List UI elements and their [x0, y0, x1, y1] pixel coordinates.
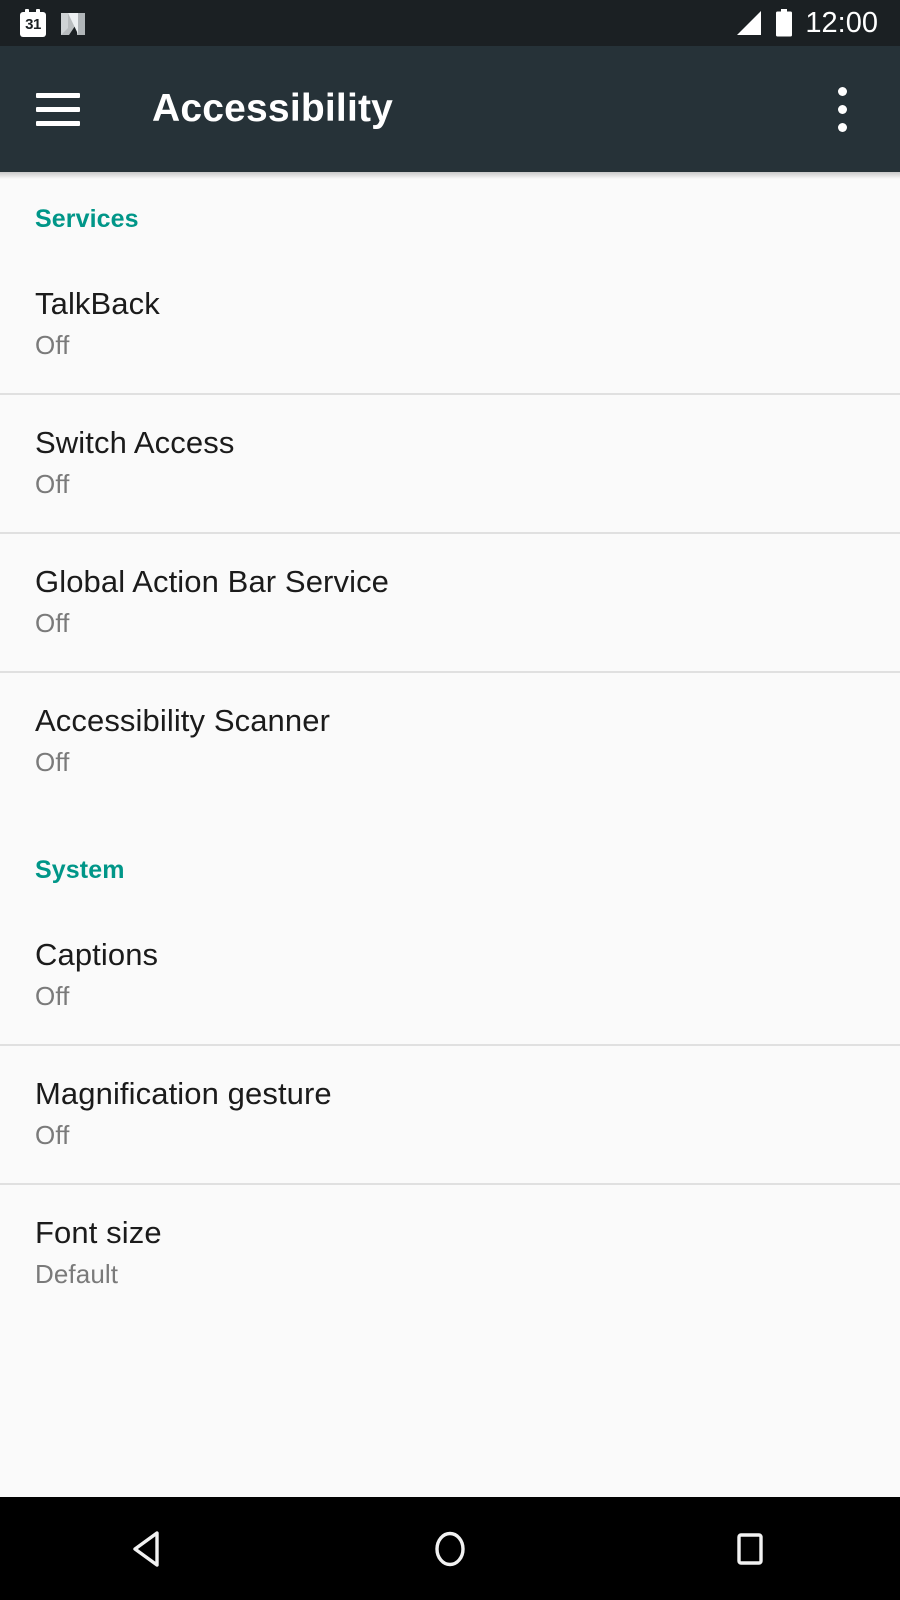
list-item-captions[interactable]: Captions Off [0, 907, 900, 1044]
navigation-bar [0, 1497, 900, 1600]
android-n-logo-icon [61, 13, 85, 35]
list-item-summary: Off [35, 747, 70, 777]
list-item-title: Captions [35, 937, 159, 972]
overflow-dot [837, 86, 847, 96]
status-bar-notification-icons: 31 [20, 9, 86, 37]
list-item-title: Switch Access [35, 425, 235, 460]
list-item-summary: Off [35, 608, 70, 638]
recents-button[interactable] [660, 1497, 840, 1600]
overflow-menu-icon[interactable] [830, 79, 854, 139]
list-item-global-action-bar-service[interactable]: Global Action Bar Service Off [0, 534, 900, 671]
back-button[interactable] [60, 1497, 240, 1600]
home-button[interactable] [360, 1497, 540, 1600]
battery-icon [776, 9, 793, 37]
home-circle-icon [435, 1531, 465, 1566]
list-item-title: Magnification gesture [35, 1076, 332, 1111]
back-triangle-icon [133, 1530, 159, 1567]
overflow-dot [837, 104, 847, 114]
list-item-talkback[interactable]: TalkBack Off [0, 256, 900, 393]
list-item-font-size[interactable]: Font size Default [0, 1185, 900, 1322]
recents-square-icon [737, 1532, 763, 1565]
status-bar-system-icons: 12:00 [735, 0, 878, 46]
phone-screen: 31 12:00 Accessibility Services TalkBack… [0, 0, 900, 1600]
section-header-system: System [35, 856, 125, 884]
settings-list[interactable]: Services TalkBack Off Switch Access Off … [0, 172, 900, 1497]
hamburger-bar [36, 120, 80, 126]
list-item-title: Font size [35, 1215, 162, 1250]
page-title: Accessibility [152, 87, 394, 130]
status-bar: 31 12:00 [0, 0, 900, 46]
hamburger-bar [36, 106, 80, 112]
status-bar-clock: 12:00 [805, 7, 878, 39]
calendar-day-label: 31 [20, 12, 46, 37]
list-item-title: Global Action Bar Service [35, 564, 390, 599]
hamburger-bar [36, 92, 80, 98]
list-item-summary: Off [35, 469, 70, 499]
list-item-switch-access[interactable]: Switch Access Off [0, 395, 900, 532]
list-item-title: Accessibility Scanner [35, 703, 330, 738]
section-header-services: Services [35, 205, 139, 233]
list-item-magnification-gesture[interactable]: Magnification gesture Off [0, 1046, 900, 1183]
list-item-summary: Off [35, 1120, 70, 1150]
calendar-icon: 31 [20, 9, 46, 37]
signal-icon [737, 11, 762, 35]
overflow-dot [837, 122, 847, 132]
list-item-title: TalkBack [35, 286, 160, 321]
list-item-summary: Off [35, 981, 70, 1011]
list-item-summary: Off [35, 330, 70, 360]
list-item-summary: Default [35, 1259, 119, 1289]
hamburger-menu-icon[interactable] [36, 86, 92, 132]
list-item-accessibility-scanner[interactable]: Accessibility Scanner Off [0, 673, 900, 810]
app-bar: Accessibility [0, 46, 900, 179]
